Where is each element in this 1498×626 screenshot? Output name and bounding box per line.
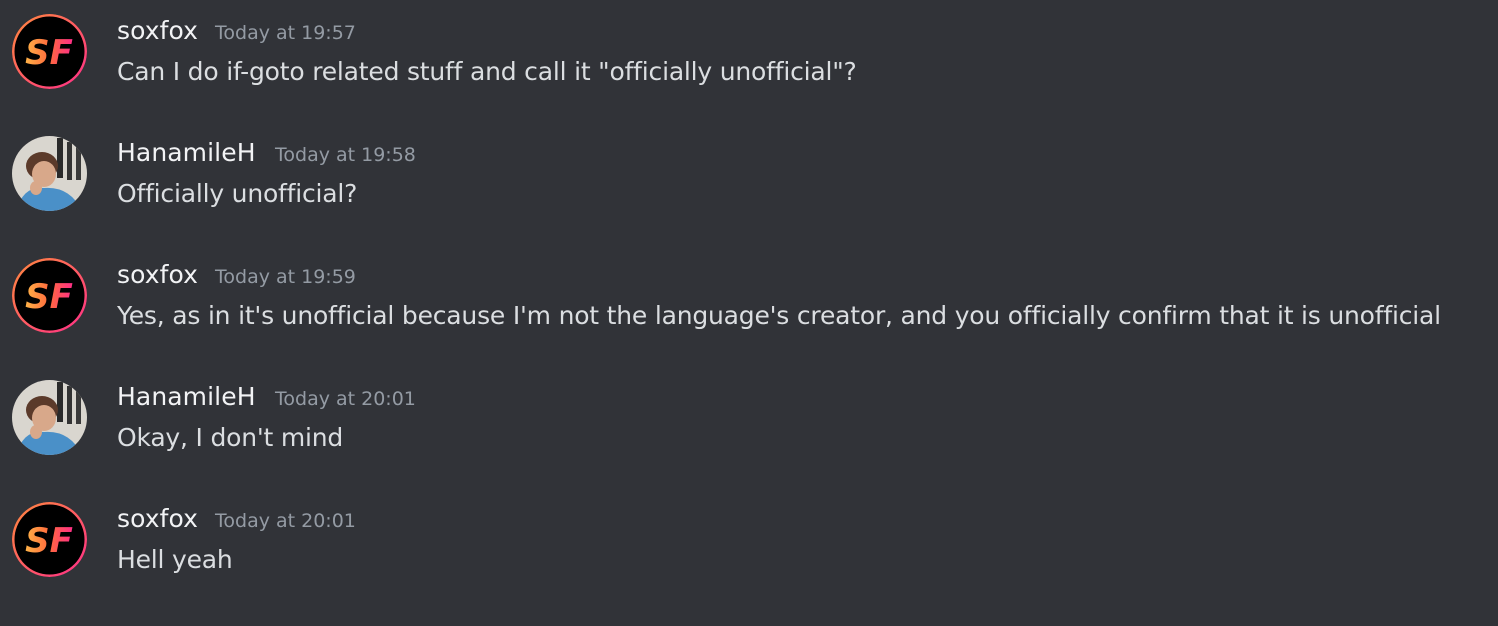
message-timestamp[interactable]: Today at 19:58	[275, 142, 416, 168]
message-item[interactable]: HanamileH Today at 20:01 Okay, I don't m…	[0, 353, 1498, 463]
message-item[interactable]: SF soxfox Today at 20:01 Hell yeah	[0, 475, 1498, 585]
message-content: Can I do if-goto related stuff and call …	[117, 57, 857, 86]
message-timestamp[interactable]: Today at 19:57	[215, 20, 356, 46]
message-content: Okay, I don't mind	[117, 423, 344, 452]
message-timestamp[interactable]: Today at 20:01	[275, 386, 416, 412]
hanamileh-photo-avatar	[12, 136, 87, 211]
message-timestamp[interactable]: Today at 19:59	[215, 264, 356, 290]
soxfox-logo-icon: SF	[12, 258, 87, 333]
message-author[interactable]: soxfox	[117, 259, 198, 291]
avatar[interactable]: SF	[12, 14, 87, 89]
message-item[interactable]: SF soxfox Today at 19:59 Yes, as in it's…	[0, 231, 1498, 341]
message-author[interactable]: HanamileH	[117, 381, 256, 413]
message-timestamp[interactable]: Today at 20:01	[215, 508, 356, 534]
chat-message-list: SF soxfox Today at 19:57 Can I do if-got…	[0, 0, 1498, 626]
avatar[interactable]	[12, 380, 87, 455]
svg-text:SF: SF	[25, 33, 73, 73]
message-author[interactable]: soxfox	[117, 15, 198, 47]
message-content: Hell yeah	[117, 545, 233, 574]
avatar[interactable]: SF	[12, 258, 87, 333]
message-author[interactable]: soxfox	[117, 503, 198, 535]
soxfox-logo-icon: SF	[12, 14, 87, 89]
soxfox-logo-icon: SF	[12, 502, 87, 577]
message-content: Yes, as in it's unofficial because I'm n…	[117, 301, 1441, 330]
svg-text:SF: SF	[25, 277, 73, 317]
message-author[interactable]: HanamileH	[117, 137, 256, 169]
hanamileh-photo-avatar	[12, 380, 87, 455]
avatar[interactable]: SF	[12, 502, 87, 577]
message-item[interactable]: HanamileH Today at 19:58 Officially unof…	[0, 109, 1498, 219]
svg-text:SF: SF	[25, 521, 73, 561]
avatar[interactable]	[12, 136, 87, 211]
message-content: Officially unofficial?	[117, 179, 358, 208]
message-item[interactable]: SF soxfox Today at 19:57 Can I do if-got…	[0, 0, 1498, 97]
